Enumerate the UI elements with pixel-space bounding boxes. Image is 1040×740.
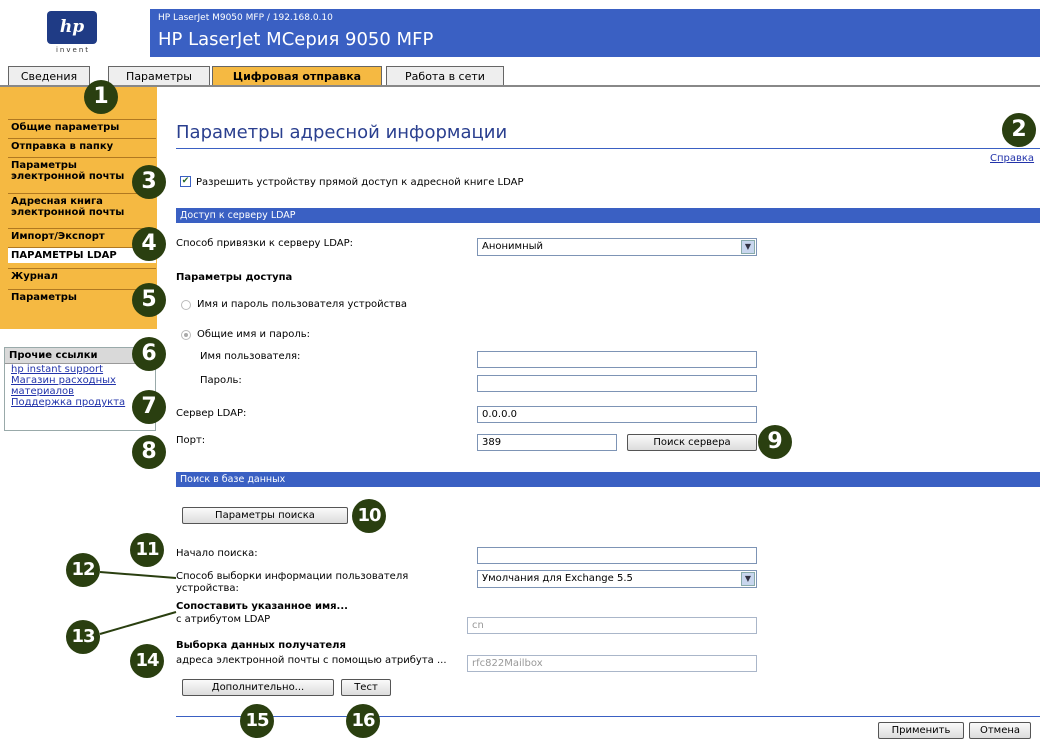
leader-line-13: [99, 611, 177, 635]
leader-line-12: [99, 571, 177, 579]
callout-leader-lines: [99, 571, 177, 635]
